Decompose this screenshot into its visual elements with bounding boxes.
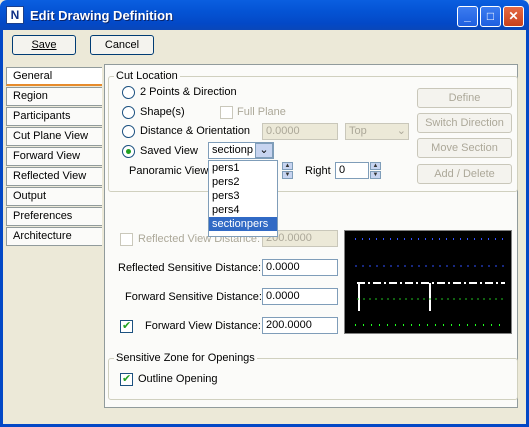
save-label: Save [31,39,57,51]
move-section-label: Move Section [431,142,498,154]
label-right: Right [305,165,331,177]
saved-view-value: sectionp [212,144,253,156]
label-distance: Distance & Orientation [140,125,251,137]
forward-view-distance-field[interactable]: 200.0000 [262,317,338,334]
dropdown-option[interactable]: pers4 [209,203,277,217]
cut-location-legend: Cut Location [114,70,180,82]
tab-cut-plane-view[interactable]: Cut Plane View [6,127,102,146]
maximize-button[interactable]: □ [480,6,501,27]
save-button[interactable]: Save [12,35,76,55]
window-title: Edit Drawing Definition [30,8,173,23]
reflected-sensitive-field[interactable]: 0.0000 [262,259,338,276]
label-reflected-sensitive: Reflected Sensitive Distance: [118,262,262,274]
dropdown-option[interactable]: pers1 [209,161,277,175]
right-spin-up[interactable]: ▲ [370,162,381,170]
add-delete-button[interactable]: Add / Delete [417,164,512,184]
saved-view-dropdown-button[interactable]: ⌄ [255,143,273,158]
tab-participants[interactable]: Participants [6,107,102,126]
close-button[interactable]: ✕ [503,6,524,27]
tab-output[interactable]: Output [6,187,102,206]
tab-architecture[interactable]: Architecture [6,227,102,246]
section-preview-graphic [355,238,505,326]
cancel-label: Cancel [104,39,140,51]
add-delete-label: Add / Delete [434,168,495,180]
chevron-down-icon: ⌄ [396,125,406,137]
define-button[interactable]: Define [417,88,512,108]
label-outline-opening: Outline Opening [138,373,218,385]
sensitive-zone-legend: Sensitive Zone for Openings [114,352,257,364]
dropdown-option[interactable]: sectionpers [209,217,277,231]
reflected-view-checkbox[interactable] [120,233,133,246]
switch-direction-label: Switch Direction [425,117,504,129]
label-panoramic: Panoramic Views [129,165,214,177]
chevron-down-icon: ⌄ [259,144,269,156]
label-forward-sensitive: Forward Sensitive Distance: [125,291,262,303]
panoramic-spin-up[interactable]: ▲ [282,162,293,170]
label-saved-view: Saved View [140,145,198,157]
label-forward-view-distance: Forward View Distance: [145,320,261,332]
cancel-button[interactable]: Cancel [90,35,154,55]
radio-2points[interactable] [122,86,135,99]
dropdown-option[interactable]: pers3 [209,189,277,203]
orientation-value: Top [349,125,367,137]
saved-view-dropdown-list: pers1 pers2 pers3 pers4 sectionpers [208,160,278,237]
tab-reflected-view[interactable]: Reflected View [6,167,102,186]
orientation-select[interactable]: Top ⌄ [345,123,409,140]
tab-region[interactable]: Region [6,87,102,106]
tab-preferences[interactable]: Preferences [6,207,102,226]
radio-shapes[interactable] [122,106,135,119]
minimize-button[interactable]: _ [457,6,478,27]
tab-general[interactable]: General [6,67,102,86]
outline-opening-checkbox[interactable] [120,372,133,386]
move-section-button[interactable]: Move Section [417,138,512,158]
right-field[interactable]: 0 [335,162,369,179]
radio-distance[interactable] [122,125,135,138]
dropdown-option[interactable]: pers2 [209,175,277,189]
full-plane-checkbox[interactable] [220,106,233,119]
label-2points: 2 Points & Direction [140,86,237,98]
right-spin-down[interactable]: ▼ [370,171,381,179]
section-preview [344,230,512,334]
tab-forward-view[interactable]: Forward View [6,147,102,166]
radio-saved-view[interactable] [122,145,135,158]
define-label: Define [448,92,481,104]
panoramic-spin-down[interactable]: ▼ [282,171,293,179]
label-full-plane: Full Plane [237,106,286,118]
distance-field[interactable]: 0.0000 [262,123,338,140]
app-icon: N [6,6,24,24]
label-shapes: Shape(s) [140,106,185,118]
forward-sensitive-field[interactable]: 0.0000 [262,288,338,305]
switch-direction-button[interactable]: Switch Direction [417,113,512,133]
forward-view-checkbox[interactable] [120,319,133,333]
